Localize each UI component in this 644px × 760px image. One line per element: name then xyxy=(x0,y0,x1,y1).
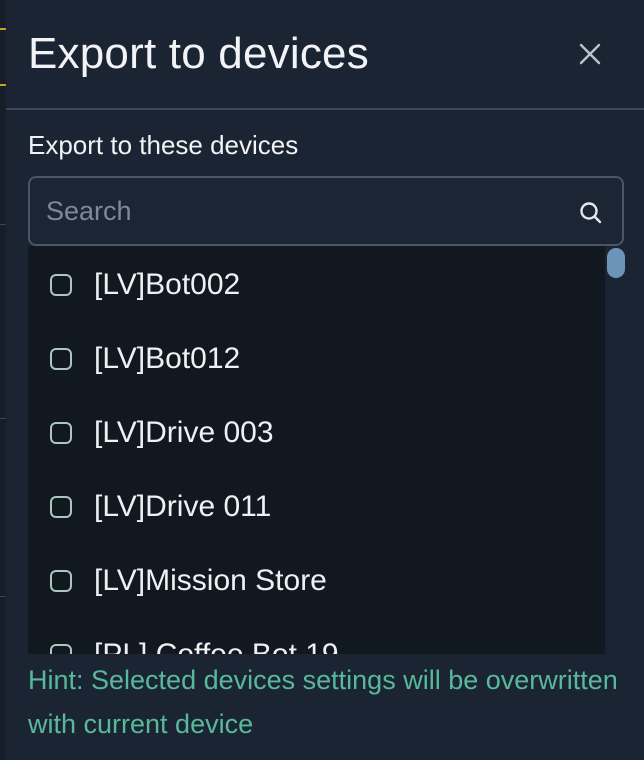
device-checkbox[interactable] xyxy=(50,422,72,444)
devices-section-label: Export to these devices xyxy=(28,130,299,160)
search-input[interactable] xyxy=(46,178,566,244)
device-checkbox[interactable] xyxy=(50,496,72,518)
device-checkbox[interactable] xyxy=(50,348,72,370)
device-label: [LV]Drive 003 xyxy=(94,416,274,449)
device-list[interactable]: [LV]Bot002 [LV]Bot012 [LV]Drive 003 [LV]… xyxy=(28,246,626,654)
background-divider xyxy=(0,596,6,597)
device-checkbox[interactable] xyxy=(50,274,72,296)
device-checkbox[interactable] xyxy=(50,570,72,592)
device-list-item[interactable]: [LV]Drive 003 xyxy=(28,396,604,470)
search-icon[interactable] xyxy=(578,200,604,226)
device-list-item[interactable]: [PL] Coffee Bot 19 xyxy=(28,618,604,654)
device-list-item[interactable]: [LV]Bot012 xyxy=(28,322,604,396)
search-field[interactable] xyxy=(28,176,624,246)
device-list-item[interactable]: [LV]Mission Store xyxy=(28,544,604,618)
close-button[interactable] xyxy=(574,38,606,70)
background-divider xyxy=(0,418,6,419)
device-label: [LV]Mission Store xyxy=(94,564,327,597)
scrollbar-track[interactable] xyxy=(605,246,626,654)
device-list-item[interactable]: [LV]Bot002 xyxy=(28,248,604,322)
export-dialog: Export to devices Export to these device… xyxy=(0,0,644,760)
device-list-item[interactable]: [LV]Drive 011 xyxy=(28,470,604,544)
dialog-title: Export to devices xyxy=(28,29,369,78)
background-page-edge xyxy=(0,0,6,760)
device-checkbox[interactable] xyxy=(50,644,72,654)
scrollbar-thumb[interactable] xyxy=(607,248,625,278)
close-icon xyxy=(579,43,601,65)
device-label: [LV]Bot002 xyxy=(94,268,241,301)
dialog-header: Export to devices xyxy=(6,0,644,110)
background-divider xyxy=(0,224,6,225)
device-label: [LV]Drive 011 xyxy=(94,490,272,523)
hint-text: Hint: Selected devices settings will be … xyxy=(28,665,618,739)
device-label: [PL] Coffee Bot 19 xyxy=(94,636,339,654)
device-label: [LV]Bot012 xyxy=(94,342,241,375)
